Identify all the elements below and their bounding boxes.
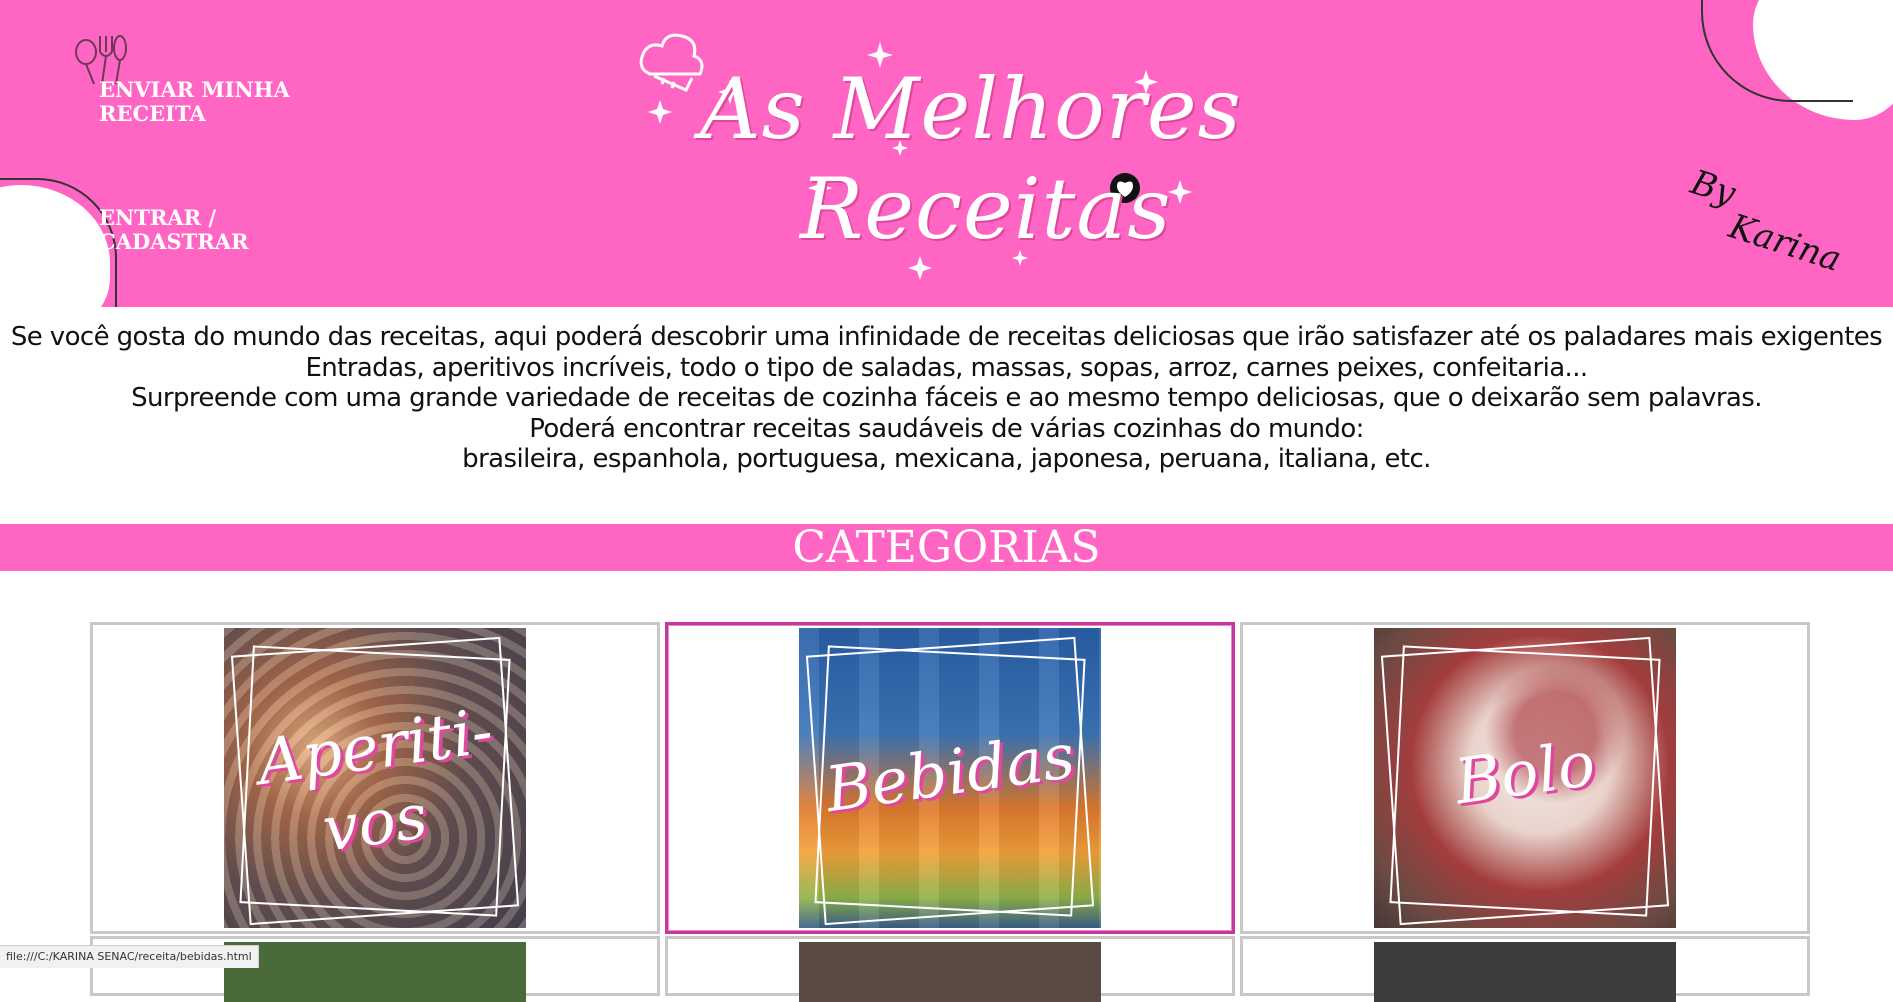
category-image xyxy=(1374,942,1676,1002)
bolo-image: Bolo xyxy=(1374,628,1676,928)
categories-heading: CATEGORIAS xyxy=(0,524,1893,571)
signature-by: By xyxy=(1685,162,1741,215)
category-card-bebidas[interactable]: Bebidas xyxy=(665,622,1235,934)
category-card-bolo[interactable]: Bolo xyxy=(1240,622,1810,934)
intro-line: Poderá encontrar receitas saudáveis de v… xyxy=(529,413,1364,444)
category-card-aperitivos[interactable]: Aperiti- vos xyxy=(90,622,660,934)
logo-title-line2: Receitas xyxy=(800,160,1172,258)
signature-name: Karina xyxy=(1724,206,1846,280)
author-signature: By Karina xyxy=(1670,162,1869,303)
bebidas-image: Bebidas xyxy=(799,628,1101,928)
browser-status-url: file:///C:/KARINA SENAC/receita/bebidas.… xyxy=(0,945,259,968)
logo-title-line1: As Melhores xyxy=(700,60,1242,158)
category-card[interactable] xyxy=(1240,936,1810,1002)
intro-line: Surpreende com uma grande variedade de r… xyxy=(131,383,1762,413)
header-banner: ENVIAR MINHA RECEITA ENTRAR / CADASTRAR xyxy=(0,0,1893,307)
decorative-line xyxy=(1701,0,1853,102)
category-image xyxy=(224,942,526,1002)
category-card[interactable] xyxy=(665,936,1235,1002)
login-register-link[interactable]: ENTRAR / CADASTRAR xyxy=(99,206,299,254)
category-image xyxy=(799,942,1101,1002)
intro-line: brasileira, espanhola, portuguesa, mexic… xyxy=(462,444,1431,474)
intro-line: Se você gosta do mundo das receitas, aqu… xyxy=(10,322,1883,352)
aperitivos-image: Aperiti- vos xyxy=(224,628,526,928)
intro-line: Entradas, aperitivos incríveis, todo o t… xyxy=(305,352,1588,383)
send-recipe-link[interactable]: ENVIAR MINHA RECEITA xyxy=(99,78,299,126)
site-logo: As Melhores Receitas xyxy=(620,20,1242,295)
intro-text: Se você gosta do mundo das receitas, aqu… xyxy=(0,322,1893,475)
